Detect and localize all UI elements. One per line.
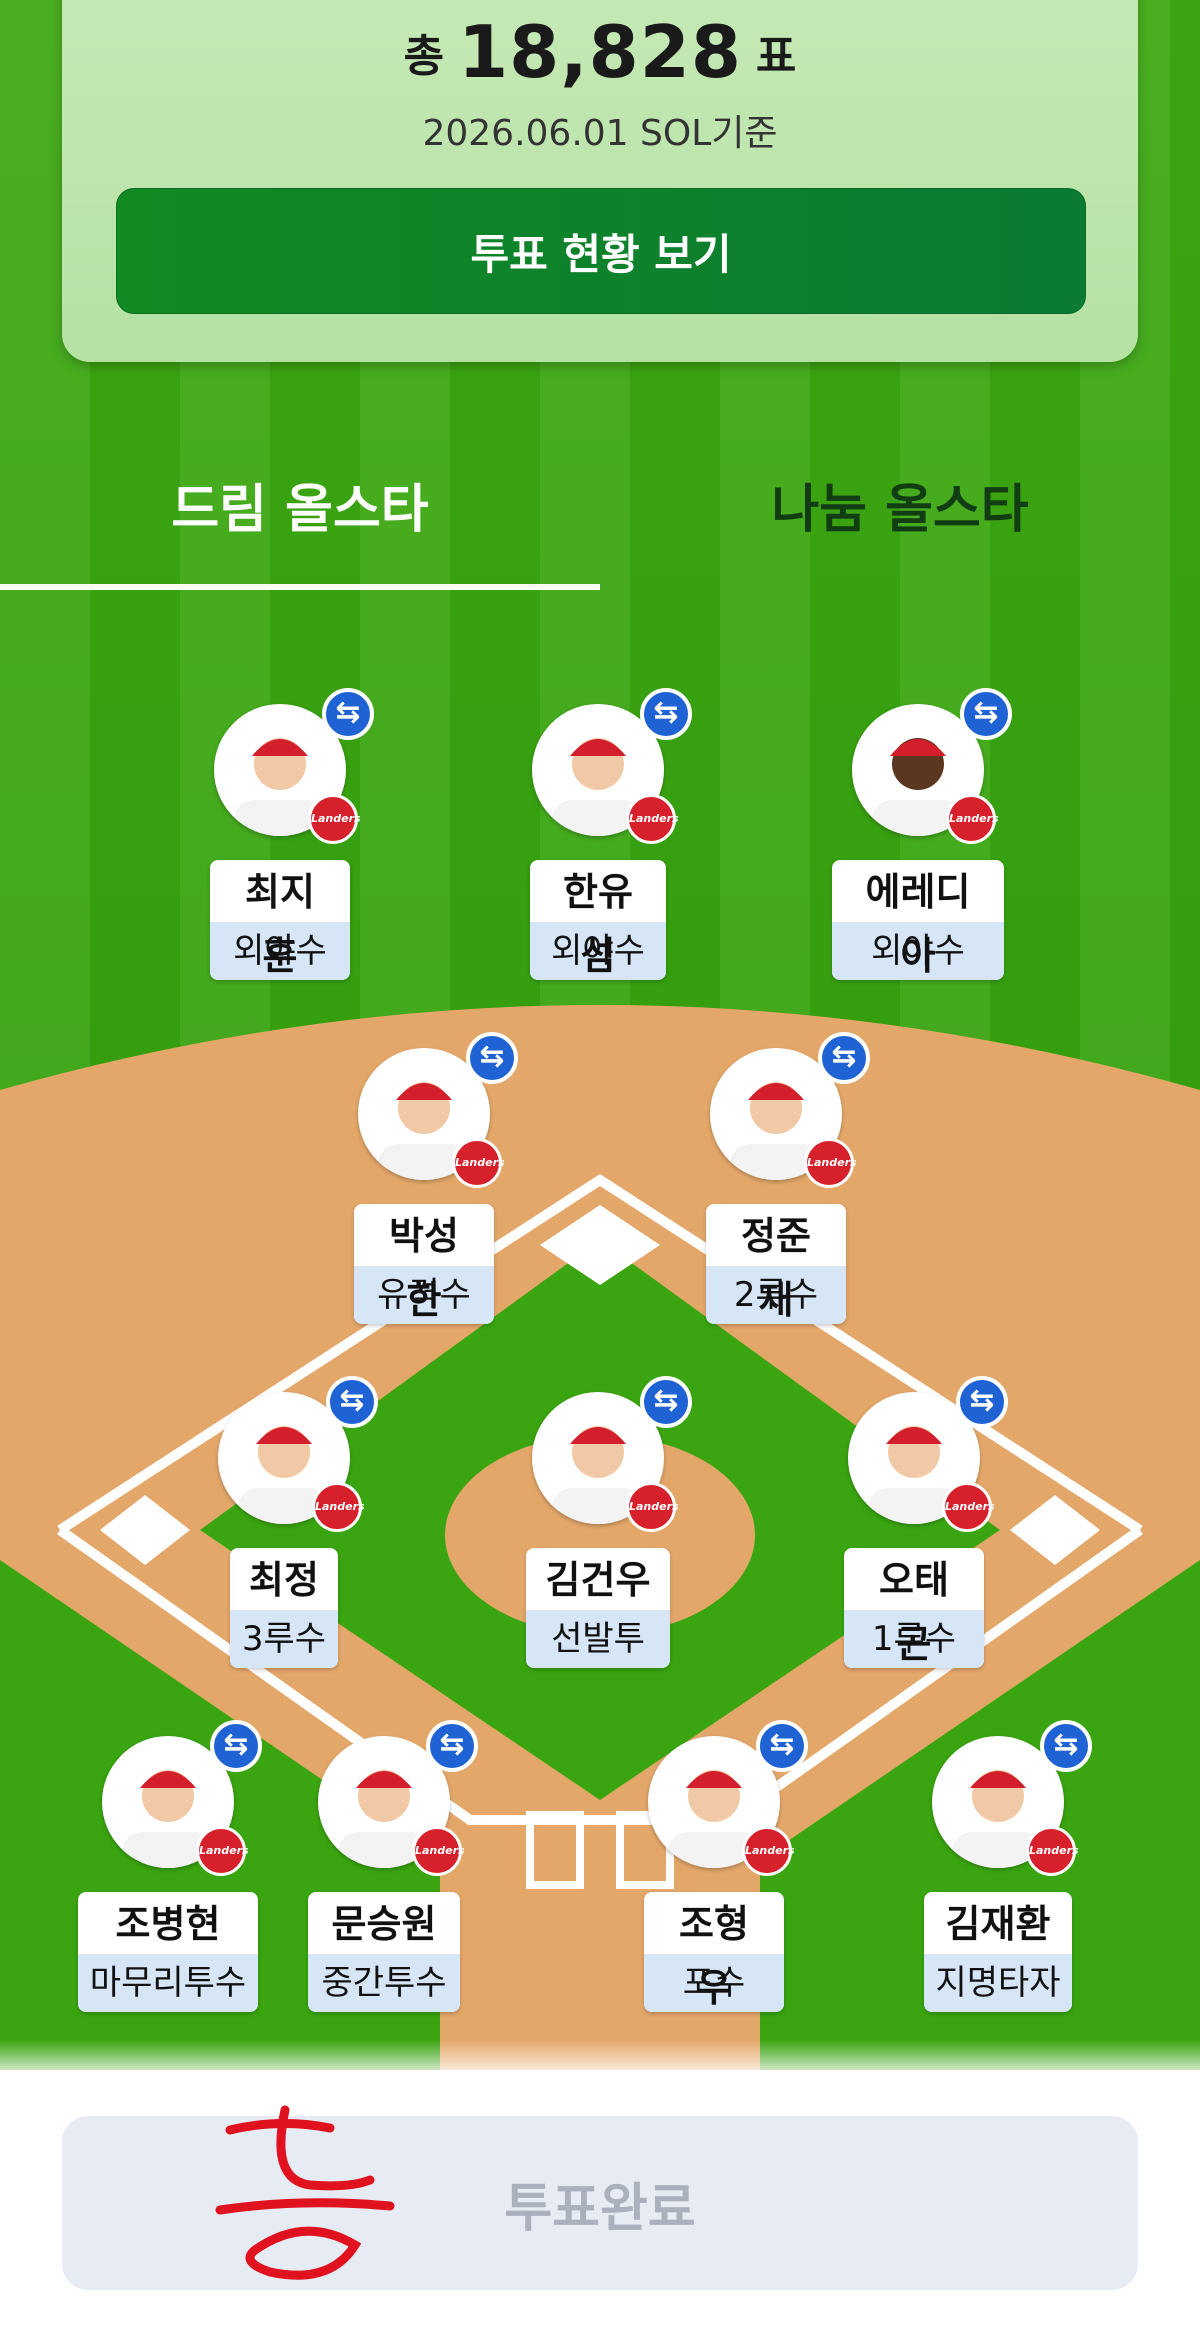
- player-name: 정준재: [741, 1214, 811, 1322]
- player-card[interactable]: ⇆ Landers 문승원 중간투수: [284, 1720, 484, 2026]
- vote-summary-card: 총 18,828 표 2026.06.01 SOL기준 투표 현황 보기: [62, 0, 1138, 362]
- player-position: 외야수: [210, 922, 350, 980]
- player-position: 중간투수: [308, 1954, 460, 2012]
- team-logo-icon: Landers: [312, 1482, 365, 1532]
- player-label: 에레디아 외야수: [832, 860, 1004, 980]
- player-label: 최지훈 외야수: [210, 860, 350, 980]
- swap-icon[interactable]: ⇆: [326, 1376, 378, 1428]
- player-name: 최지훈: [245, 870, 315, 978]
- player-card[interactable]: ⇆ Landers 김건우 선발투수: [498, 1376, 698, 1682]
- player-position: 1루수: [844, 1610, 984, 1668]
- player-card[interactable]: ⇆ Landers 김재환 지명타자: [898, 1720, 1098, 2026]
- swap-icon[interactable]: ⇆: [818, 1032, 870, 1084]
- player-position: 3루수: [230, 1610, 338, 1668]
- swap-icon[interactable]: ⇆: [322, 688, 374, 740]
- team-logo-icon: Landers: [626, 794, 679, 844]
- handwritten-scribble: [215, 2105, 395, 2280]
- swap-icon[interactable]: ⇆: [956, 1376, 1008, 1428]
- player-name: 김재환: [945, 1902, 1051, 1946]
- player-name: 조형우: [679, 1902, 749, 2010]
- player-card[interactable]: ⇆ Landers 박성한 유격수: [324, 1032, 524, 1338]
- swap-icon[interactable]: ⇆: [466, 1032, 518, 1084]
- total-prefix: 총: [403, 31, 445, 82]
- player-card[interactable]: ⇆ Landers 한유섬 외야수: [498, 688, 698, 994]
- player-card[interactable]: ⇆ Landers 정준재 2루수: [676, 1032, 876, 1338]
- swap-icon[interactable]: ⇆: [210, 1720, 262, 1772]
- swap-icon[interactable]: ⇆: [640, 688, 692, 740]
- player-label: 한유섬 외야수: [530, 860, 666, 980]
- player-card[interactable]: ⇆ Landers 최정 3루수: [184, 1376, 384, 1682]
- player-name: 박성한: [389, 1214, 459, 1322]
- player-position: 유격수: [354, 1266, 494, 1324]
- player-label: 조형우 포수: [644, 1892, 784, 2012]
- player-card[interactable]: ⇆ Landers 오태곤 1루수: [814, 1376, 1014, 1682]
- team-logo-icon: Landers: [412, 1826, 465, 1876]
- player-name: 문승원: [331, 1902, 437, 1946]
- tab-dream-allstar[interactable]: 드림 올스타: [0, 470, 600, 550]
- team-logo-icon: Landers: [942, 1482, 995, 1532]
- player-label: 박성한 유격수: [354, 1204, 494, 1324]
- player-name: 오태곤: [879, 1558, 949, 1666]
- tab-nanum-allstar[interactable]: 나눔 올스타: [600, 470, 1200, 550]
- player-label: 김재환 지명타자: [924, 1892, 1072, 2012]
- team-logo-icon: Landers: [742, 1826, 795, 1876]
- player-position: 포수: [644, 1954, 784, 2012]
- player-card[interactable]: ⇆ Landers 에레디아 외야수: [818, 688, 1018, 994]
- player-name: 한유섬: [563, 870, 633, 978]
- view-vote-status-button[interactable]: 투표 현황 보기: [116, 188, 1086, 314]
- team-logo-icon: Landers: [1026, 1826, 1079, 1876]
- player-label: 최정 3루수: [230, 1548, 338, 1668]
- player-position: 지명타자: [924, 1954, 1072, 2012]
- player-position: 외야수: [832, 922, 1004, 980]
- player-position: 선발투수: [526, 1610, 670, 1668]
- basis-date: 2026.06.01 SOL기준: [422, 113, 778, 154]
- team-logo-icon: Landers: [308, 794, 361, 844]
- team-logo-icon: Landers: [452, 1138, 505, 1188]
- swap-icon[interactable]: ⇆: [426, 1720, 478, 1772]
- player-label: 정준재 2루수: [706, 1204, 846, 1324]
- team-logo-icon: Landers: [626, 1482, 679, 1532]
- player-label: 김건우 선발투수: [526, 1548, 670, 1668]
- player-name: 조병현: [115, 1902, 221, 1946]
- team-logo-icon: Landers: [946, 794, 999, 844]
- team-logo-icon: Landers: [804, 1138, 857, 1188]
- player-label: 조병현 마무리투수: [78, 1892, 258, 2012]
- swap-icon[interactable]: ⇆: [960, 688, 1012, 740]
- team-logo-icon: Landers: [196, 1826, 249, 1876]
- player-name: 김건우: [545, 1558, 651, 1602]
- swap-icon[interactable]: ⇆: [640, 1376, 692, 1428]
- total-suffix: 표: [755, 31, 797, 82]
- player-card[interactable]: ⇆ Landers 조형우 포수: [614, 1720, 814, 2026]
- player-name: 에레디아: [865, 870, 971, 978]
- player-position: 외야수: [530, 922, 666, 980]
- player-label: 오태곤 1루수: [844, 1548, 984, 1668]
- player-label: 문승원 중간투수: [308, 1892, 460, 2012]
- total-vote-count: 18,828: [458, 10, 742, 94]
- player-position: 2루수: [706, 1266, 846, 1324]
- swap-icon[interactable]: ⇆: [756, 1720, 808, 1772]
- total-votes: 총 18,828 표: [62, 10, 1138, 94]
- swap-icon[interactable]: ⇆: [1040, 1720, 1092, 1772]
- player-name: 최정: [249, 1558, 319, 1602]
- player-position: 마무리투수: [78, 1954, 258, 2012]
- active-tab-indicator: [0, 584, 600, 590]
- player-card[interactable]: ⇆ Landers 조병현 마무리투수: [68, 1720, 268, 2026]
- player-card[interactable]: ⇆ Landers 최지훈 외야수: [180, 688, 380, 994]
